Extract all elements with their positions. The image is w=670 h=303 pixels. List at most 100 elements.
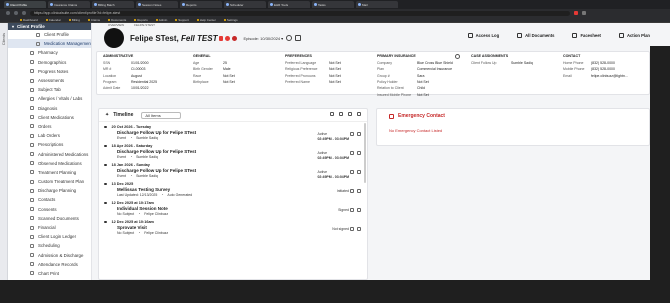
edit-icon[interactable] xyxy=(350,208,354,212)
emergency-contact-panel: Emergency Contact No Emergency Contact L… xyxy=(376,108,650,146)
browser-tab[interactable]: Session Notes xyxy=(136,1,178,8)
browser-tab[interactable]: Insurance Claims xyxy=(48,1,90,8)
access-log-button[interactable]: Access Log xyxy=(467,33,499,38)
sidebar-item[interactable]: Assessments xyxy=(8,76,91,85)
sidebar-item[interactable]: Attendance Records xyxy=(8,260,91,269)
bookmark-item[interactable]: Settings xyxy=(223,18,238,22)
timeline-entry[interactable]: 20 Oct 2026 - Tuesday Discharge Follow Up… xyxy=(99,124,367,141)
reload-icon[interactable] xyxy=(22,11,26,15)
bookmark-item[interactable]: Help Center xyxy=(196,18,216,22)
arrow-right-icon[interactable] xyxy=(357,227,361,231)
timeline-scrollbar[interactable] xyxy=(364,123,366,183)
bookmark-item[interactable]: Calendar xyxy=(45,18,61,22)
sidebar-item[interactable]: Observed Medications xyxy=(8,159,91,168)
browser-tab[interactable]: Scheduler xyxy=(224,1,266,8)
edit-icon[interactable] xyxy=(350,170,354,174)
browser-tab[interactable]: Tasks xyxy=(312,1,354,8)
info-label: Race xyxy=(193,73,202,78)
bookmark-item[interactable]: Dashboard xyxy=(20,18,38,22)
arrow-right-icon[interactable] xyxy=(357,151,361,155)
sidebar-item[interactable]: Medication Management xyxy=(8,39,91,49)
timeline-entry[interactable]: 12 Dec 2025 at 10:16am Sprovate Visit No S… xyxy=(99,219,367,236)
bookmark-item[interactable]: Admin xyxy=(155,18,167,22)
calendar-icon[interactable] xyxy=(295,35,302,41)
sidebar-item[interactable]: Subject Tab xyxy=(8,85,91,94)
sidebar-item[interactable]: Orders xyxy=(8,122,91,131)
arrow-right-icon[interactable] xyxy=(357,132,361,136)
chevron-down-icon[interactable]: ▾ xyxy=(281,36,283,41)
sort-icon[interactable] xyxy=(348,112,352,116)
sidebar-item[interactable]: Admission & Discharge xyxy=(8,251,91,260)
sidebar-item[interactable]: Pharmacy xyxy=(8,48,91,57)
flag-icon[interactable] xyxy=(219,35,224,41)
status-badge[interactable] xyxy=(232,35,238,41)
facesheet-button[interactable]: Facesheet xyxy=(572,33,601,38)
timeline-entry-status: Not signed xyxy=(332,227,349,232)
expand-icon[interactable] xyxy=(357,112,361,116)
sidebar-item[interactable]: Treatment Planning xyxy=(8,168,91,177)
sidebar-item[interactable]: Administered Medications xyxy=(8,149,91,158)
sidebar-item-label: Consents xyxy=(38,206,57,212)
sidebar-item[interactable]: Scanned Documents xyxy=(8,214,91,223)
alert-icon[interactable] xyxy=(225,35,231,41)
arrow-right-icon[interactable] xyxy=(357,170,361,174)
back-icon[interactable] xyxy=(6,11,10,15)
sidebar-item[interactable]: Client Profile xyxy=(8,30,91,39)
profile-icon[interactable] xyxy=(582,11,586,15)
sidebar-item[interactable]: Contacts xyxy=(8,195,91,204)
browser-tab[interactable]: Client Profile xyxy=(4,1,46,8)
info-label: Preferred Name xyxy=(285,80,310,85)
facesheet-label: Facesheet xyxy=(580,33,601,38)
sidebar-header[interactable]: ▾ Client Profile xyxy=(8,23,91,30)
side-tab[interactable]: Clients xyxy=(0,23,8,280)
arrow-right-icon[interactable] xyxy=(357,189,361,193)
bookmark-item[interactable]: Support xyxy=(175,18,189,22)
action-plan-button[interactable]: Action Plan xyxy=(618,33,650,38)
sidebar-item[interactable]: Consents xyxy=(8,205,91,214)
timeline-filter-select[interactable]: All Items xyxy=(141,111,182,119)
sidebar-item[interactable]: Progress Notes xyxy=(8,67,91,76)
extension-icon[interactable] xyxy=(574,11,578,15)
bookmark-item[interactable]: Reports xyxy=(134,18,148,22)
sidebar-item[interactable]: Custom Treatment Plan xyxy=(8,177,91,186)
sidebar-item[interactable]: Diagnosis xyxy=(8,104,91,113)
browser-tab[interactable]: EHR Tools xyxy=(268,1,310,8)
forward-icon[interactable] xyxy=(14,11,18,15)
filter-icon[interactable] xyxy=(339,112,343,116)
browser-tab-label: Billing Batch xyxy=(98,2,115,7)
sidebar-item[interactable]: Discharge Planning xyxy=(8,186,91,195)
edit-icon[interactable] xyxy=(350,151,354,155)
edit-icon[interactable] xyxy=(350,227,354,231)
timeline-entry[interactable]: 12 Dec 2025 at 10:17am Individual Session… xyxy=(99,200,367,217)
browser-tab[interactable]: Reports xyxy=(180,1,222,8)
patient-first-name: Felipe STest, xyxy=(130,33,179,43)
episode-select[interactable]: Episode: 10/30/2024 xyxy=(243,36,280,41)
browser-tab[interactable]: Mail xyxy=(356,1,398,8)
timeline-entry[interactable]: 18 Jan 2026 - Sunday Discharge Follow Up … xyxy=(99,162,367,179)
edit-icon[interactable] xyxy=(350,132,354,136)
url-field[interactable]: https://app.clinicalsuite.com/client/pro… xyxy=(30,10,570,16)
edit-icon[interactable] xyxy=(350,189,354,193)
timeline-entry[interactable]: 13 Dec 2025 Mellissas Testing Survey Last … xyxy=(99,181,367,198)
sidebar-item[interactable]: Allergies / Vitals / Labs xyxy=(8,94,91,103)
browser-tab[interactable]: Billing Batch xyxy=(92,1,134,8)
bookmark-item[interactable]: Billing xyxy=(68,18,80,22)
arrow-right-icon[interactable] xyxy=(357,208,361,212)
sidebar-item[interactable]: Financial xyxy=(8,223,91,232)
calendar-icon[interactable] xyxy=(330,112,334,116)
sidebar-item[interactable]: Lab Orders xyxy=(8,131,91,140)
sidebar-item[interactable]: Chart Print xyxy=(8,269,91,278)
add-icon[interactable] xyxy=(286,35,293,41)
info-icon[interactable] xyxy=(455,54,460,59)
timeline-header: ✦ Timeline All Items xyxy=(99,109,367,122)
sidebar-item[interactable]: Scheduling xyxy=(8,241,91,250)
sidebar-item[interactable]: Demographics xyxy=(8,58,91,67)
bookmark-item[interactable]: Claims xyxy=(87,18,100,22)
timeline-meta-user: Sumble Sadiq xyxy=(136,174,158,179)
timeline-entry[interactable]: 18 Apr 2026 - Saturday Discharge Follow U… xyxy=(99,143,367,160)
sidebar-item[interactable]: Prescriptions xyxy=(8,140,91,149)
bookmark-item[interactable]: Documents xyxy=(108,18,126,22)
sidebar-item[interactable]: Client Login Ledger xyxy=(8,232,91,241)
all-documents-button[interactable]: All Documents xyxy=(517,33,554,38)
sidebar-item[interactable]: Client Medications xyxy=(8,113,91,122)
